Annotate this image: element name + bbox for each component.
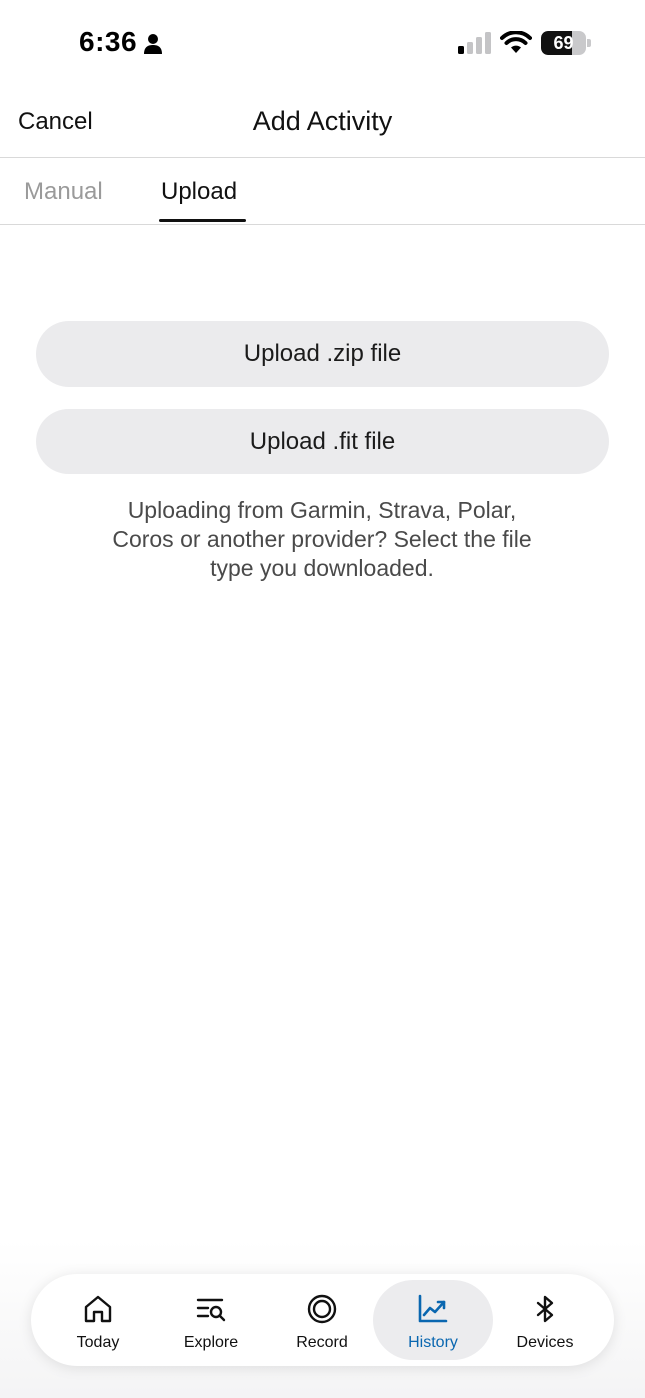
nav-item-devices[interactable]: Devices — [485, 1280, 605, 1360]
active-tab-indicator — [159, 219, 246, 222]
nav-item-record[interactable]: Record — [262, 1280, 382, 1360]
nav-label-record: Record — [296, 1334, 348, 1351]
nav-label-today: Today — [76, 1334, 120, 1351]
status-bar: 6:36 69 — [0, 0, 645, 88]
chart-trend-icon — [418, 1294, 448, 1323]
nav-label-devices: Devices — [516, 1334, 574, 1351]
upload-helper-text: Uploading from Garmin, Strava, Polar, Co… — [72, 496, 572, 583]
record-icon — [307, 1294, 337, 1324]
tab-upload[interactable]: Upload — [161, 178, 237, 206]
cancel-button[interactable]: Cancel — [18, 108, 93, 136]
nav-header: Cancel Add Activity — [0, 88, 645, 158]
tabs-divider — [0, 224, 645, 225]
helper-line-1: Uploading from Garmin, Strava, Polar, — [127, 497, 517, 523]
nav-label-history: History — [408, 1334, 458, 1351]
bottom-tab-bar: Today Explore Record History Devices — [31, 1274, 614, 1366]
nav-item-today[interactable]: Today — [38, 1280, 158, 1360]
page-title: Add Activity — [252, 106, 393, 136]
nav-item-explore[interactable]: Explore — [151, 1280, 271, 1360]
helper-line-3: type you downloaded. — [210, 555, 434, 581]
helper-line-2: Coros or another provider? Select the fi… — [112, 526, 532, 552]
cellular-signal-icon — [458, 32, 491, 54]
battery-percent: 69 — [553, 33, 574, 53]
add-activity-screen: 6:36 69 Cancel Add Activity Manual Uploa… — [0, 0, 645, 1398]
explore-search-icon — [196, 1298, 226, 1322]
wifi-icon — [500, 31, 532, 53]
upload-fit-button[interactable]: Upload .fit file — [36, 409, 609, 474]
bluetooth-icon — [536, 1295, 554, 1323]
upload-zip-button[interactable]: Upload .zip file — [36, 321, 609, 387]
person-icon — [144, 34, 162, 54]
home-icon — [84, 1295, 112, 1323]
battery-body: 69 — [541, 31, 586, 55]
tab-manual[interactable]: Manual — [24, 178, 103, 206]
battery-cap — [587, 39, 591, 47]
tab-bar: Manual Upload — [0, 158, 645, 224]
status-time: 6:36 — [79, 26, 138, 57]
battery-indicator: 69 — [541, 31, 591, 55]
nav-label-explore: Explore — [183, 1334, 239, 1351]
nav-item-history[interactable]: History — [373, 1280, 493, 1360]
